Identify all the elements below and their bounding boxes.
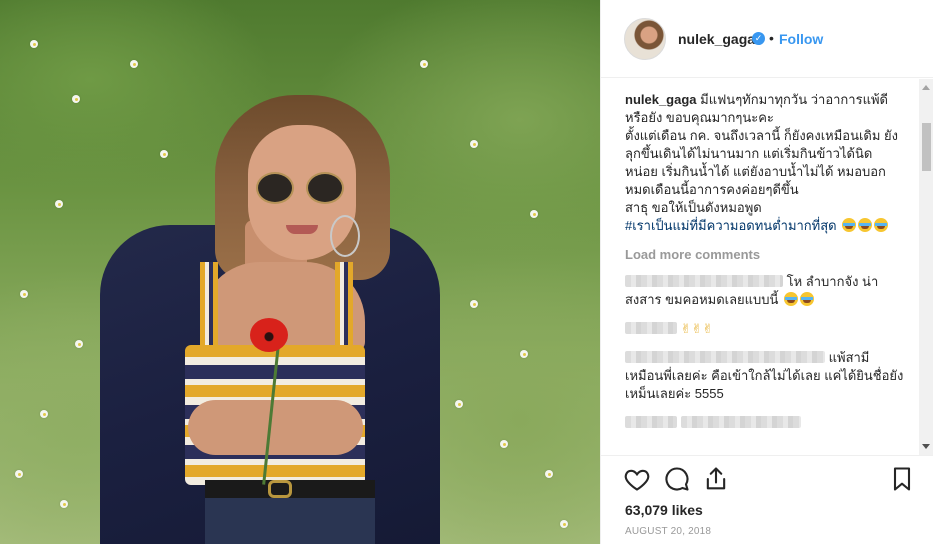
hashtag-link[interactable]: #เราเป็นแม่ที่มีความอดทนต่ำมากที่สุด: [625, 218, 837, 233]
tired-emoji-icon: [784, 292, 799, 306]
comment-item: โห ลำบากจัง น่าสงสาร ขมคอหมดเลยแบบนี้: [625, 273, 905, 309]
share-icon[interactable]: [702, 465, 730, 493]
post-header: nulek_gaga ✓ • Follow: [601, 0, 933, 78]
blurred-username[interactable]: [625, 275, 783, 287]
person-lips: [286, 225, 318, 234]
flower-decoration: [470, 300, 478, 308]
verified-badge-icon: ✓: [752, 32, 765, 45]
flower-decoration: [55, 200, 63, 208]
top-strap: [335, 262, 353, 352]
flower-decoration: [560, 520, 568, 528]
scroll-up-arrow-icon[interactable]: [922, 85, 930, 90]
flower-decoration: [500, 440, 508, 448]
load-more-comments-button[interactable]: Load more comments: [625, 247, 919, 262]
flower-decoration: [40, 410, 48, 418]
username-link[interactable]: nulek_gaga: [678, 31, 755, 47]
blurred-username[interactable]: [625, 322, 677, 334]
flower-decoration: [520, 350, 528, 358]
post-caption: nulek_gaga มีแฟนๆทักมาทุกวัน ว่าอาการแพ้…: [625, 91, 905, 235]
sunglasses-lens: [306, 172, 344, 204]
flower-decoration: [545, 470, 553, 478]
post-sidebar: nulek_gaga ✓ • Follow nulek_gaga มีแฟนๆท…: [600, 0, 933, 544]
scrollbar-thumb[interactable]: [922, 123, 931, 171]
post-actions: 63,079 likes AUGUST 20, 2018: [601, 455, 933, 544]
top-strap: [200, 262, 218, 352]
avatar[interactable]: [624, 18, 666, 60]
flower-decoration: [420, 60, 428, 68]
comment-icon[interactable]: [663, 465, 691, 493]
person-hands: [188, 400, 363, 455]
red-poppy-flower: [250, 318, 288, 352]
flower-decoration: [455, 400, 463, 408]
comment-item: ✌✌✌: [625, 320, 905, 338]
blurred-username[interactable]: [625, 416, 677, 428]
bookmark-icon[interactable]: [888, 465, 916, 493]
likes-count[interactable]: 63,079 likes: [625, 502, 703, 518]
flower-decoration: [72, 95, 80, 103]
tired-emoji-icon: [800, 292, 815, 306]
follow-button[interactable]: Follow: [779, 31, 823, 47]
victory-hand-emoji-icon: ✌✌✌: [680, 321, 714, 336]
comments-list[interactable]: nulek_gaga มีแฟนๆทักมาทุกวัน ว่าอาการแพ้…: [601, 79, 919, 455]
flower-decoration: [160, 150, 168, 158]
blurred-comment-text: [680, 416, 801, 428]
flower-decoration: [20, 290, 28, 298]
flower-decoration: [30, 40, 38, 48]
comments-scrollbar[interactable]: [919, 79, 933, 455]
flower-decoration: [60, 500, 68, 508]
blurred-username[interactable]: [625, 351, 825, 363]
caption-text-3: สาธุ ขอให้เป็นดังหมอพูด: [625, 200, 762, 215]
caption-text-2: ตั้งแต่เดือน กค. จนถึงเวลานี้ ก็ยังคงเหม…: [625, 128, 899, 197]
comment-item: [625, 414, 905, 432]
crying-emoji-icon: [874, 218, 889, 232]
flower-decoration: [130, 60, 138, 68]
heart-icon[interactable]: [623, 465, 651, 493]
crying-emoji-icon: [858, 218, 873, 232]
comment-item: แพ้สามีเหมือนพี่เลยค่ะ คือเข้าใกล้ไม่ได้…: [625, 349, 905, 403]
flower-decoration: [530, 210, 538, 218]
caption-username[interactable]: nulek_gaga: [625, 92, 697, 107]
crying-emoji-icon: [842, 218, 857, 232]
hoop-earring: [330, 215, 360, 257]
separator-dot: •: [769, 30, 774, 46]
post-photo[interactable]: [0, 0, 600, 544]
flower-decoration: [470, 140, 478, 148]
post-date[interactable]: AUGUST 20, 2018: [625, 526, 711, 537]
flower-decoration: [15, 470, 23, 478]
belt-buckle: [268, 480, 292, 498]
scroll-down-arrow-icon[interactable]: [922, 444, 930, 449]
sunglasses-lens: [256, 172, 294, 204]
flower-decoration: [75, 340, 83, 348]
